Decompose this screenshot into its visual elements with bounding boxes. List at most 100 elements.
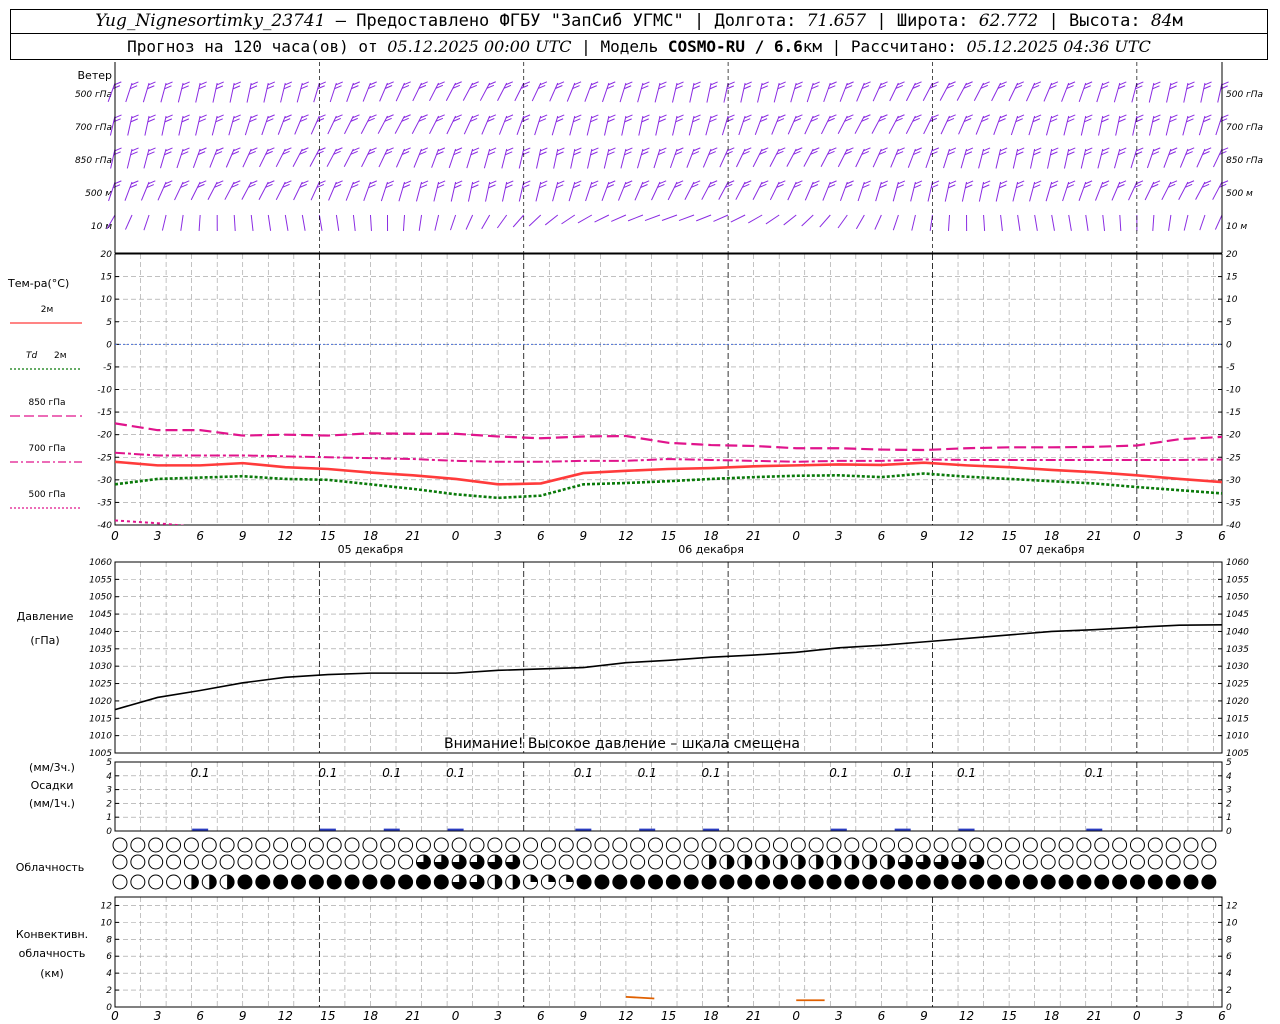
cloud-cover-symbol: [630, 874, 646, 890]
wind-barb: [1062, 181, 1070, 202]
precip-ytick-right: 3: [1226, 786, 1232, 796]
wind-barb-feather: [454, 147, 463, 152]
wind-barb: [925, 148, 933, 169]
temp-xtick: 18: [703, 529, 719, 543]
wind-barb-feather: [250, 114, 258, 119]
wind-barb: [678, 214, 695, 222]
cloud-cover-symbol: [951, 837, 967, 853]
wind-barb: [769, 181, 780, 201]
pressure-ytick-left: 1045: [89, 610, 112, 620]
wind-barb: [483, 148, 491, 169]
cloud-cover-symbol: [273, 854, 289, 870]
temp-ytick-right: -25: [1226, 453, 1241, 463]
wind-barb: [418, 214, 423, 231]
cloud-cover-symbol: [880, 837, 896, 853]
cloud-cover-symbol: [648, 874, 663, 890]
wind-barb-feather: [795, 81, 803, 86]
wind-barb: [1029, 181, 1036, 202]
wind-barb: [496, 214, 508, 229]
precip-bar: [958, 828, 975, 831]
wind-barb: [634, 181, 644, 201]
conv-xtick: 0: [792, 1009, 800, 1023]
pressure-ytick-right: 1040: [1226, 627, 1249, 637]
cloud-cover-symbol: [166, 854, 182, 870]
wind-barb: [655, 115, 661, 136]
wind-barb: [258, 181, 269, 200]
wind-barb: [754, 115, 763, 135]
wind-barb: [224, 181, 235, 200]
wind-barb-feather: [608, 147, 616, 152]
wind-barb: [413, 148, 423, 168]
wind-barb-feather: [131, 81, 139, 86]
wind-barb: [1102, 214, 1106, 231]
wind-barb: [1183, 214, 1189, 231]
wind-barb: [669, 148, 678, 169]
temp-ytick-left: 0: [106, 340, 112, 350]
wind-barb-feather: [1221, 81, 1229, 86]
wind-barb-feather: [1136, 147, 1144, 152]
wind-barb: [765, 214, 780, 225]
wind-barb: [1097, 148, 1104, 169]
pressure-ytick-right: 1025: [1226, 680, 1249, 690]
wind-barb: [310, 115, 320, 135]
pressure-ytick-right: 1030: [1226, 662, 1249, 672]
wind-barb: [569, 115, 576, 136]
cloud-cover-symbol: [362, 854, 378, 870]
wind-barb-feather: [1034, 147, 1042, 152]
temp-ytick-right: 5: [1226, 318, 1232, 328]
temp-ytick-left: -15: [97, 408, 112, 418]
precip-value-label: 0.1: [382, 766, 401, 780]
wind-barb: [1063, 115, 1070, 136]
wind-barb: [672, 82, 678, 103]
cloud-cover-symbol: [719, 874, 735, 890]
wind-barb-feather: [540, 147, 548, 152]
wind-barb-feather: [523, 147, 531, 152]
wind-barb: [402, 214, 406, 231]
wind-barb: [528, 214, 542, 227]
wind-barb: [839, 181, 848, 201]
wind-barb-feather: [948, 147, 957, 152]
cloud-cover-symbol: [1201, 854, 1217, 870]
wind-barb: [229, 82, 235, 103]
wind-barb: [157, 181, 167, 201]
wind-barb-feather: [1017, 147, 1025, 152]
wind-barb: [995, 148, 1002, 169]
wind-barb-feather: [386, 180, 395, 185]
wind-barb: [462, 82, 474, 101]
wind-barb-feather: [114, 147, 122, 152]
wind-barb: [192, 148, 201, 168]
wind-barb-feather: [1204, 81, 1212, 86]
cloud-cover-symbol: [130, 837, 146, 853]
legend-label: 850 гПа: [28, 398, 65, 408]
wind-barb: [1200, 82, 1206, 103]
wind-barb-feather: [1033, 114, 1042, 119]
precip-ytick-right: 1: [1226, 813, 1232, 823]
wind-barb: [892, 181, 899, 202]
conv-xtick: 18: [1044, 1009, 1060, 1023]
conv-xtick: 15: [1001, 1009, 1016, 1023]
cloud-cover-symbol: [665, 837, 681, 853]
wind-barb: [1113, 82, 1121, 103]
cloud-cover-symbol: [719, 837, 735, 853]
temp-ytick-left: -25: [97, 453, 112, 463]
wind-barb: [823, 82, 831, 103]
wind-barb: [395, 82, 405, 102]
cloud-cover-symbol: [1005, 874, 1020, 890]
temp-xtick: 12: [278, 529, 293, 543]
wind-barb: [604, 115, 610, 136]
cloud-cover-symbol: [737, 837, 753, 853]
precip-ytick-right: 0: [1226, 827, 1232, 837]
wind-barb: [294, 115, 303, 135]
conv-ytick-right: 8: [1226, 935, 1232, 945]
cloud-cover-fill: [816, 855, 824, 869]
wind-barb: [1119, 214, 1122, 232]
wind-barb-feather: [301, 81, 310, 86]
wind-level-right: 700 гПа: [1226, 123, 1263, 133]
date-label: 05 декабря: [338, 543, 404, 556]
cloud-cover-symbol: [826, 874, 842, 890]
conv-xtick: 9: [239, 1009, 247, 1023]
wind-barb: [892, 214, 899, 231]
wind-barb: [939, 82, 950, 101]
wind-barb: [907, 148, 916, 168]
cloud-cover-symbol: [808, 837, 824, 853]
